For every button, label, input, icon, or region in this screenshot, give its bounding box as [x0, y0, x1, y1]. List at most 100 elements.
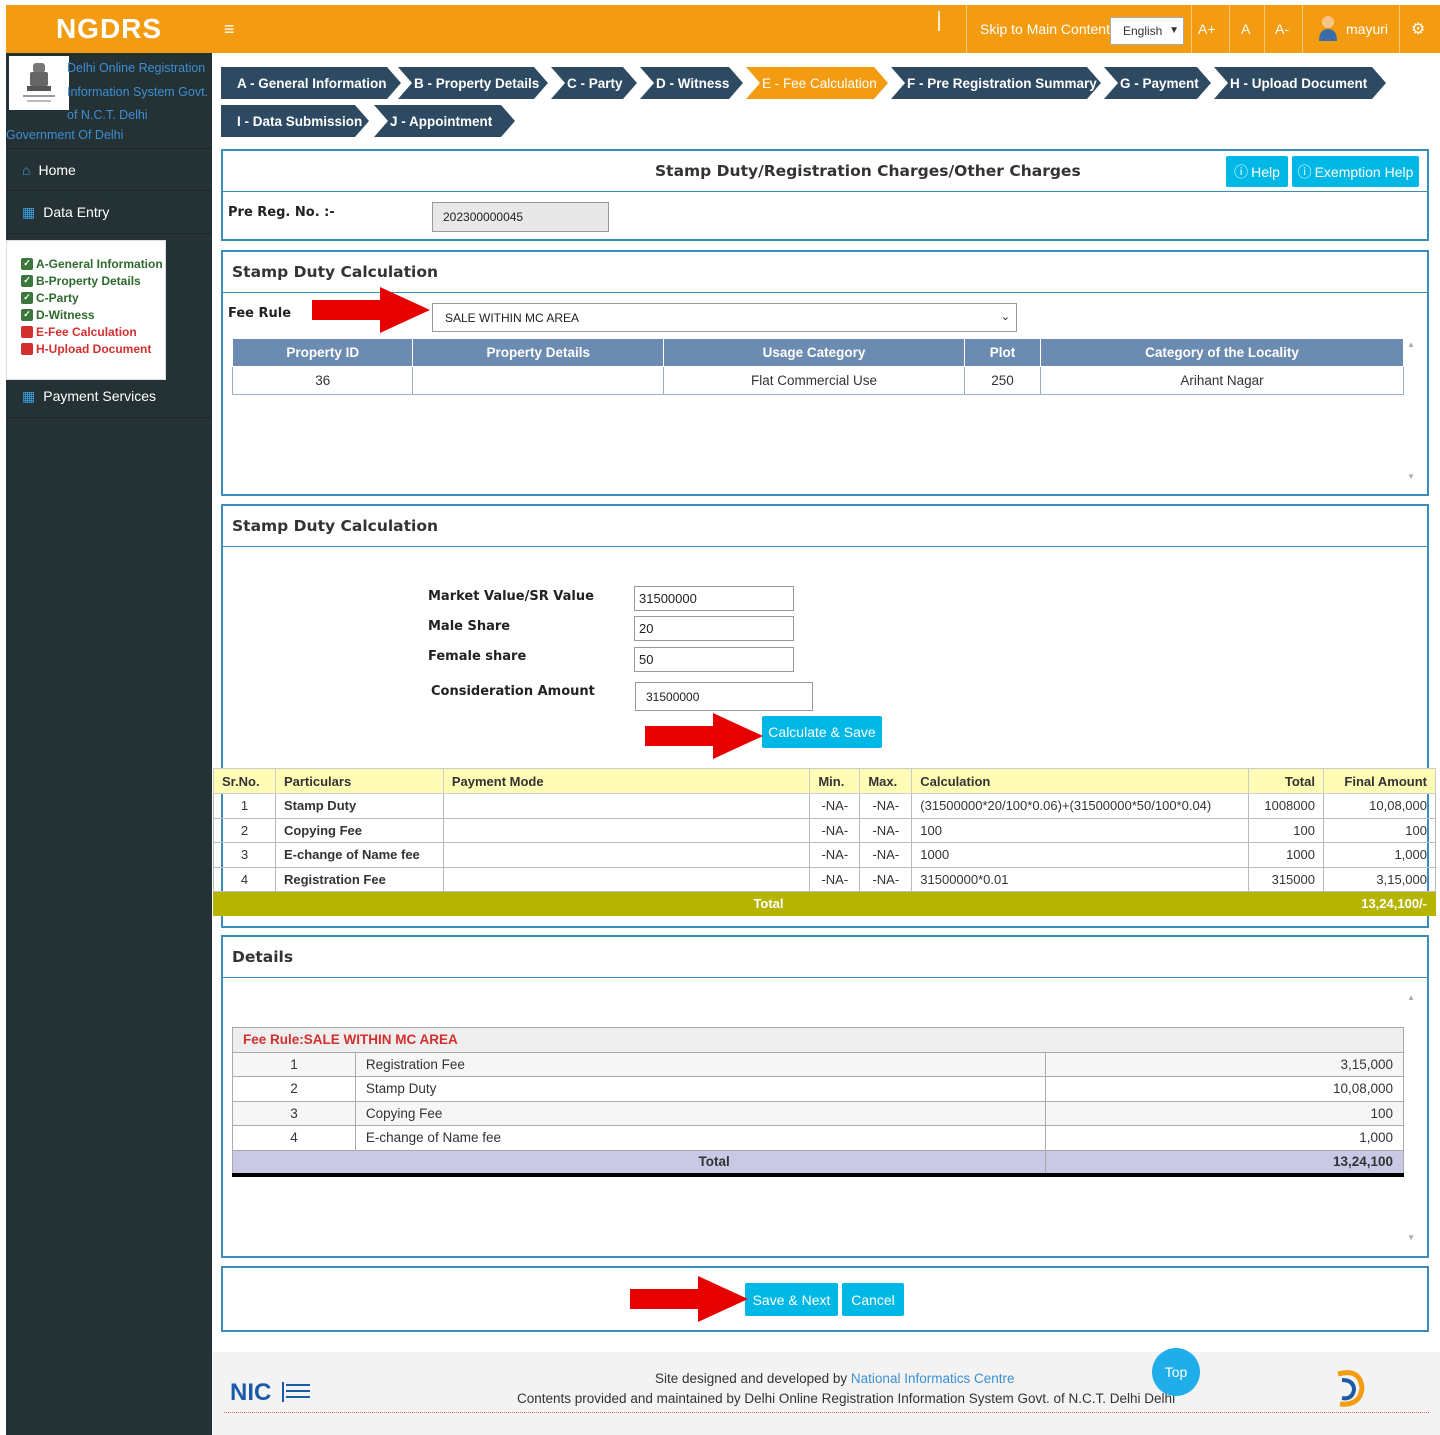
table-cell: 315000	[1248, 866, 1324, 892]
app-logo[interactable]: NGDRS	[6, 5, 212, 53]
tab-j[interactable]: J - Appointment	[374, 105, 515, 137]
table-cell: -NA-	[859, 817, 913, 843]
table-cell: 100	[1045, 1100, 1404, 1126]
tab-c[interactable]: C - Party	[551, 67, 637, 99]
consideration-amount-field[interactable]: 31500000	[635, 682, 813, 711]
checkbox-checked-icon: ✓	[21, 257, 33, 270]
column-header: Category of the Locality	[1040, 338, 1404, 367]
table-cell: 250	[963, 366, 1042, 395]
scroll-down-icon[interactable]: ▼	[1407, 472, 1415, 481]
table-row: 1 Registration Fee 3,15,000	[232, 1051, 1404, 1077]
table-cell	[442, 866, 811, 892]
scroll-up-icon[interactable]: ▲	[1407, 993, 1415, 1002]
column-header: Payment Mode	[442, 768, 811, 794]
property-table: Property ID Property Details Usage Categor…	[231, 338, 1404, 395]
table-cell: 1000	[1248, 842, 1324, 868]
sidebar-item-data-entry[interactable]: ▦ Data Entry	[6, 191, 212, 234]
section-title: Stamp Duty Calculation	[232, 517, 439, 535]
org-block: Delhi Online Registration Information Sy…	[6, 53, 212, 148]
org-name: Delhi Online Registration Information Sy…	[67, 61, 209, 122]
fee-rule-select[interactable]: SALE WITHIN MC AREA ⌄	[432, 303, 1017, 332]
save-next-button[interactable]: Save & Next	[745, 1283, 838, 1316]
table-row: 4 E-change of Name fee 1,000	[232, 1125, 1404, 1151]
tab-a[interactable]: A - General Information	[221, 67, 401, 99]
org-subtitle: Government Of Delhi	[6, 128, 124, 142]
divider	[1191, 5, 1192, 53]
data-entry-item-label: B-Property Details	[36, 273, 141, 288]
table-row[interactable]: 36 Flat Commercial Use 250 Arihant Nagar	[231, 366, 1404, 395]
data-entry-item[interactable]: H-Upload Document	[21, 340, 165, 357]
data-entry-item-label: C-Party	[36, 290, 79, 305]
pre-reg-number-field[interactable]: 202300000045	[432, 202, 609, 232]
table-cell	[442, 842, 811, 868]
tab-i[interactable]: I - Data Submission	[221, 105, 369, 137]
data-entry-item[interactable]: ✓ D-Witness	[21, 306, 165, 323]
font-increase-button[interactable]: A+	[1198, 21, 1216, 37]
table-cell: 36	[231, 366, 414, 395]
table-cell	[442, 793, 811, 819]
total-label: Total	[231, 1149, 1047, 1177]
sidebar-item-home[interactable]: ⌂ Home	[6, 148, 212, 191]
calculate-save-button[interactable]: Calculate & Save	[762, 716, 882, 748]
total-label: Total	[213, 891, 1324, 916]
table-cell: -NA-	[859, 793, 913, 819]
nic-link[interactable]: National Informatics Centre	[851, 1371, 1015, 1386]
divider	[223, 191, 1427, 192]
table-cell: -NA-	[809, 817, 861, 843]
table-row: 3 E-change of Name fee -NA- -NA- 1000 1000 1,0…	[213, 842, 1437, 868]
font-decrease-button[interactable]: A-	[1275, 21, 1289, 37]
tab-e[interactable]: E - Fee Calculation	[746, 67, 888, 99]
red-arrow-icon	[312, 287, 430, 333]
table-cell: 4	[213, 866, 276, 892]
gear-icon[interactable]: ⚙	[1411, 19, 1425, 39]
tab-f[interactable]: F - Pre Registration Summary	[891, 67, 1101, 99]
scroll-up-icon[interactable]: ▲	[1407, 340, 1415, 349]
table-cell: 1	[232, 1051, 356, 1077]
data-entry-item[interactable]: E-Fee Calculation	[21, 323, 165, 340]
data-entry-item-label: D-Witness	[36, 307, 95, 322]
skip-to-content-link[interactable]: Skip to Main Content	[980, 21, 1110, 37]
help-button[interactable]: ⓘ Help	[1226, 156, 1288, 187]
male-share-field[interactable]: 20	[634, 616, 794, 641]
cancel-button[interactable]: Cancel	[842, 1283, 904, 1316]
fee-rule-row: Fee Rule:SALE WITHIN MC AREA	[232, 1027, 1404, 1053]
fee-rule-value: SALE WITHIN MC AREA	[445, 310, 580, 325]
language-value: English	[1123, 24, 1163, 38]
footer: NIC Site designed and developed by Natio…	[212, 1352, 1440, 1435]
tab-b[interactable]: B - Property Details	[398, 67, 548, 99]
table-cell	[442, 817, 811, 843]
exemption-help-button[interactable]: ⓘ Exemption Help	[1292, 156, 1419, 187]
column-header: Max.	[859, 768, 913, 794]
column-header: Calculation	[911, 768, 1249, 794]
consideration-label: Consideration Amount	[431, 684, 595, 699]
table-cell: 1,000	[1322, 842, 1437, 868]
table-cell: 100	[1248, 817, 1324, 843]
sidebar-item-payment[interactable]: ▦ Payment Services	[6, 375, 212, 418]
data-entry-item[interactable]: ✓ A-General Information	[21, 255, 165, 272]
language-select[interactable]: English ▼	[1110, 17, 1184, 45]
back-to-top-button[interactable]: Top	[1152, 1348, 1200, 1396]
table-cell: Stamp Duty	[274, 793, 444, 819]
tab-g[interactable]: G - Payment	[1104, 67, 1211, 99]
female-share-field[interactable]: 50	[634, 647, 794, 672]
table-cell: Arihant Nagar	[1040, 366, 1404, 395]
hamburger-icon[interactable]: ≡	[224, 19, 235, 40]
data-entry-item[interactable]: ✓ C-Party	[21, 289, 165, 306]
user-name[interactable]: mayuri	[1346, 21, 1388, 37]
column-header: Final Amount	[1322, 768, 1437, 794]
market-value-field[interactable]: 31500000	[634, 586, 794, 611]
data-entry-item[interactable]: ✓ B-Property Details	[21, 272, 165, 289]
square-icon	[21, 342, 33, 355]
column-header: Property ID	[231, 338, 414, 367]
sidebar-payment-label: Payment Services	[43, 388, 157, 404]
section-title: Stamp Duty Calculation	[232, 263, 439, 281]
tab-d[interactable]: D - Witness	[640, 67, 743, 99]
font-normal-button[interactable]: A	[1241, 21, 1250, 37]
column-header: Usage Category	[663, 338, 965, 367]
user-avatar-icon[interactable]	[1317, 15, 1339, 41]
exemption-help-label: Exemption Help	[1314, 163, 1414, 180]
scroll-down-icon[interactable]: ▼	[1407, 1233, 1415, 1242]
table-row: 2 Copying Fee -NA- -NA- 100 100 100	[213, 817, 1437, 843]
column-header: Property Details	[412, 338, 665, 367]
tab-h[interactable]: H - Upload Document	[1214, 67, 1386, 99]
